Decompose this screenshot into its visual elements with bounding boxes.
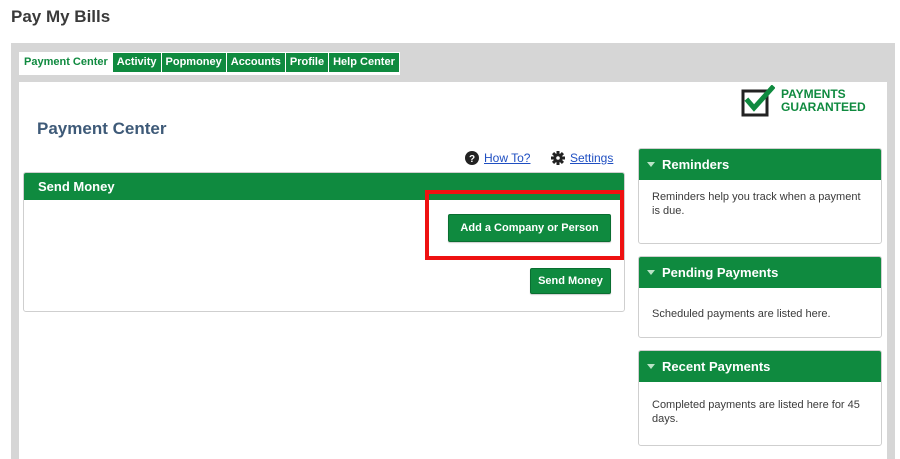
main-tabs: Payment Center Activity Popmoney Account… — [19, 52, 400, 75]
guarantee-line-2: GUARANTEED — [781, 100, 866, 114]
settings-link-group[interactable]: Settings — [551, 151, 613, 165]
gear-icon — [551, 151, 565, 165]
reminders-panel: Reminders Reminders help you track when … — [638, 148, 882, 244]
recent-payments-text: Completed payments are listed here for 4… — [652, 399, 860, 425]
main-heading: Payment Center — [37, 119, 167, 138]
send-money-button[interactable]: Send Money — [530, 268, 611, 294]
tab-payment-center[interactable]: Payment Center — [20, 53, 112, 72]
pending-payments-text: Scheduled payments are listed here. — [652, 308, 831, 320]
recent-payments-header[interactable]: Recent Payments — [639, 351, 881, 382]
caret-down-icon — [647, 364, 655, 369]
pending-payments-header[interactable]: Pending Payments — [639, 257, 881, 288]
how-to-link[interactable]: How To? — [484, 151, 530, 165]
tab-activity[interactable]: Activity — [112, 53, 161, 72]
tab-popmoney[interactable]: Popmoney — [161, 53, 226, 72]
question-circle-icon: ? — [465, 151, 479, 165]
reminders-title: Reminders — [662, 157, 730, 172]
pending-payments-title: Pending Payments — [662, 265, 779, 280]
caret-down-icon — [647, 162, 655, 167]
guarantee-text: PAYMENTS GUARANTEED — [781, 88, 866, 114]
tab-profile[interactable]: Profile — [285, 53, 329, 72]
caret-down-icon — [647, 270, 655, 275]
reminders-text: Reminders help you track when a payment … — [652, 191, 861, 217]
recent-payments-panel: Recent Payments Completed payments are l… — [638, 350, 882, 446]
settings-link[interactable]: Settings — [570, 151, 613, 165]
tab-help-center[interactable]: Help Center — [329, 53, 399, 72]
how-to-link-group[interactable]: ? How To? — [465, 151, 530, 165]
page-title: Pay My Bills — [11, 7, 111, 26]
reminders-header[interactable]: Reminders — [639, 149, 881, 180]
checkbox-icon — [741, 85, 775, 117]
svg-text:?: ? — [469, 154, 475, 165]
recent-payments-title: Recent Payments — [662, 359, 771, 374]
highlight-box — [425, 190, 624, 260]
pending-payments-panel: Pending Payments Scheduled payments are … — [638, 256, 882, 338]
payments-guaranteed-badge: PAYMENTS GUARANTEED — [741, 85, 881, 117]
tab-accounts[interactable]: Accounts — [226, 53, 285, 72]
